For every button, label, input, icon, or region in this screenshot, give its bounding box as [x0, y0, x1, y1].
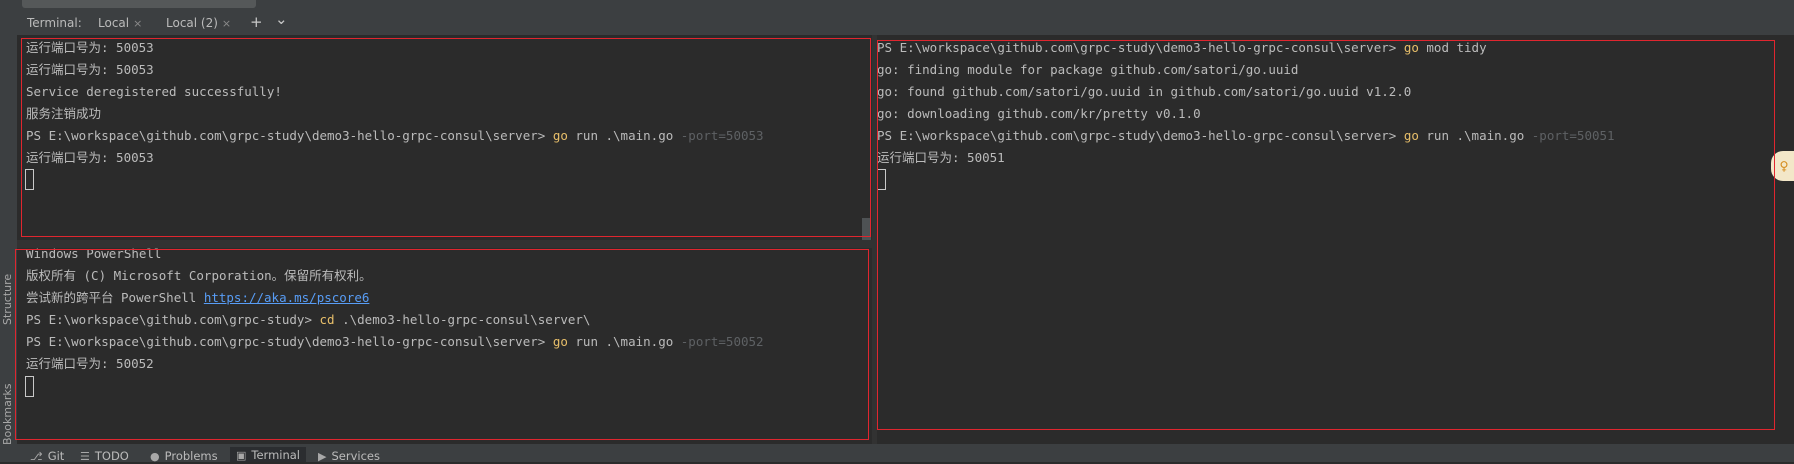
todo-tool-button[interactable]: ☰ TODO [80, 449, 129, 463]
command-line: PS E:\workspace\github.com\grpc-study\de… [877, 128, 1615, 143]
command-flag: -port=50053 [680, 128, 764, 143]
todo-label: TODO [94, 449, 129, 463]
output-line: go: downloading github.com/kr/pretty v0.… [877, 106, 1201, 121]
terminal-title: Terminal: [27, 16, 82, 30]
command-flag: -port=50052 [680, 334, 764, 349]
command-args: run .\main.go [575, 128, 674, 143]
command-keyword: go [1403, 40, 1419, 55]
terminal-cursor[interactable] [25, 169, 34, 190]
output-line: Service deregistered successfully! [26, 84, 282, 99]
bookmarks-tool-label[interactable]: Bookmarks [1, 384, 14, 445]
output-text: 尝试新的跨平台 PowerShell [26, 290, 204, 305]
terminal-tool-button[interactable]: ▣ Terminal [230, 447, 307, 462]
output-line: go: finding module for package github.co… [877, 62, 1299, 77]
close-icon[interactable]: × [133, 17, 142, 30]
git-label: Git [47, 449, 65, 463]
tab-label: Local [98, 16, 130, 30]
output-line: 版权所有 (C) Microsoft Corporation。保留所有权利。 [26, 268, 372, 283]
services-label: Services [331, 449, 380, 463]
chevron-down-icon[interactable]: ⌄ [275, 10, 288, 28]
command-keyword: go [552, 128, 568, 143]
left-tool-strip: Structure Bookmarks [0, 35, 17, 445]
git-icon: ⎇ [30, 450, 43, 463]
tab-local-2[interactable]: Local (2) × [166, 16, 231, 30]
command-flag: -port=50051 [1531, 128, 1615, 143]
structure-tool-label[interactable]: Structure [1, 274, 14, 325]
output-line: 服务注销成功 [26, 106, 102, 121]
command-args: .\demo3-hello-grpc-consul\server\ [342, 312, 591, 327]
prompt: PS E:\workspace\github.com\grpc-study\de… [26, 334, 546, 349]
top-scroll-thumb[interactable] [22, 0, 256, 8]
command-line: PS E:\workspace\github.com\grpc-study\de… [26, 128, 764, 143]
pane-scrollbar-thumb[interactable] [862, 218, 871, 240]
problems-icon: ● [150, 450, 160, 463]
git-tool-button[interactable]: ⎇ Git [30, 449, 64, 463]
prompt: PS E:\workspace\github.com\grpc-study> [26, 312, 312, 327]
terminal-pane-top-left[interactable]: 运行端口号为: 50053 运行端口号为: 50053 Service dere… [17, 35, 872, 240]
output-line: Windows PowerShell [26, 246, 162, 261]
command-line: PS E:\workspace\github.com\grpc-study> c… [26, 312, 590, 327]
command-keyword: go [552, 334, 568, 349]
command-line: PS E:\workspace\github.com\grpc-study\de… [877, 40, 1487, 55]
terminal-icon: ▣ [236, 449, 247, 462]
prompt: PS E:\workspace\github.com\grpc-study\de… [877, 40, 1397, 55]
todo-icon: ☰ [80, 450, 90, 463]
command-args: run .\main.go [1426, 128, 1525, 143]
command-args: mod tidy [1426, 40, 1487, 55]
output-line: 运行端口号为: 50053 [26, 62, 154, 77]
services-tool-button[interactable]: ▶ Services [318, 449, 380, 463]
command-line: PS E:\workspace\github.com\grpc-study\de… [26, 334, 764, 349]
output-line: 运行端口号为: 50053 [26, 40, 154, 55]
terminal-pane-bottom-left[interactable]: Windows PowerShell 版权所有 (C) Microsoft Co… [17, 246, 872, 444]
prompt: PS E:\workspace\github.com\grpc-study\de… [26, 128, 546, 143]
output-line: 运行端口号为: 50053 [26, 150, 154, 165]
terminal-tab-bar: Terminal: Local × Local (2) × + ⌄ [0, 10, 1794, 38]
terminal-cursor[interactable] [25, 376, 34, 397]
output-line: 运行端口号为: 50051 [877, 150, 1005, 165]
add-tab-icon[interactable]: + [250, 13, 263, 31]
tab-local[interactable]: Local × [87, 16, 151, 38]
tab-label: Local (2) [166, 16, 218, 30]
terminal-cursor[interactable] [877, 169, 886, 190]
close-icon[interactable]: × [222, 17, 231, 30]
services-icon: ▶ [318, 450, 327, 463]
pscore-link[interactable]: https://aka.ms/pscore6 [204, 290, 370, 305]
command-keyword: go [1403, 128, 1419, 143]
top-scroll-strip [0, 0, 1794, 11]
output-line: 尝试新的跨平台 PowerShell https://aka.ms/pscore… [26, 290, 369, 305]
notification-icon[interactable]: ♀ [1771, 151, 1794, 181]
terminal-pane-right[interactable]: PS E:\workspace\github.com\grpc-study\de… [877, 35, 1771, 444]
terminal-label: Terminal [251, 448, 301, 462]
prompt: PS E:\workspace\github.com\grpc-study\de… [877, 128, 1397, 143]
problems-label: Problems [164, 449, 218, 463]
command-args: run .\main.go [575, 334, 674, 349]
output-line: go: found github.com/satori/go.uuid in g… [877, 84, 1412, 99]
problems-tool-button[interactable]: ● Problems [150, 449, 218, 463]
output-line: 运行端口号为: 50052 [26, 356, 154, 371]
tool-window-bar: ⎇ Git ☰ TODO ● Problems ▣ Terminal ▶ Services [0, 444, 1794, 463]
command-keyword: cd [319, 312, 335, 327]
